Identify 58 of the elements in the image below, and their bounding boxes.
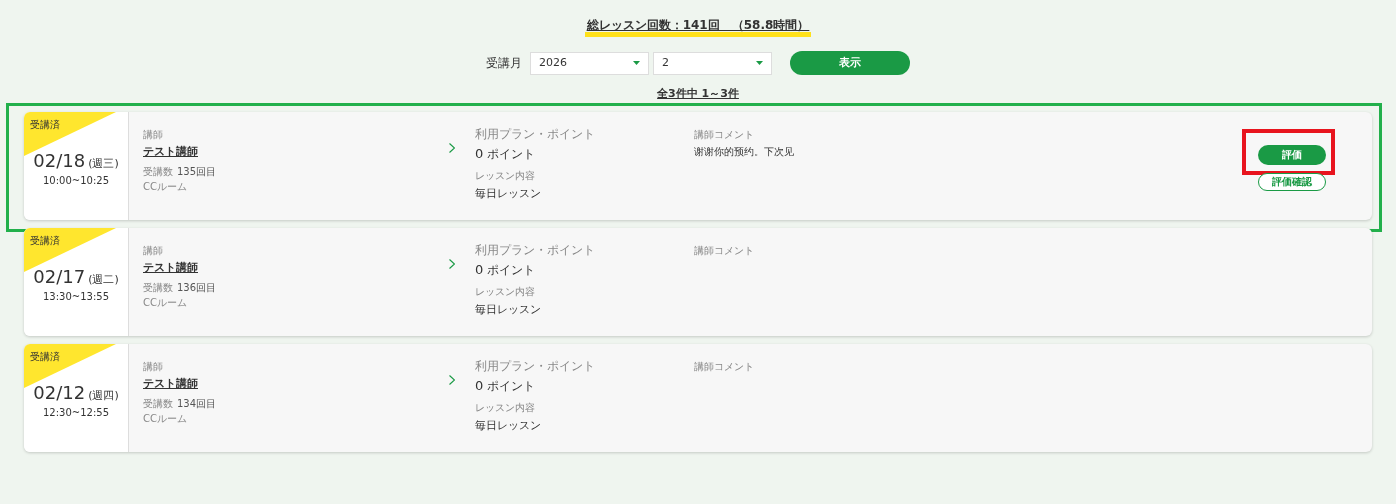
caret-icon xyxy=(756,61,763,65)
review-button[interactable]: 評価確認 xyxy=(1258,173,1326,191)
field-label: 利用プラン・ポイント xyxy=(475,127,595,141)
field-label: レッスン内容 xyxy=(475,284,535,299)
lesson-count: 136回目 xyxy=(177,280,217,295)
status-label: 受講済 xyxy=(30,234,60,248)
lesson-count: 135回目 xyxy=(177,164,217,179)
weekday: (週二) xyxy=(88,272,119,288)
field-label: 受講数 xyxy=(143,164,173,179)
chevron-right-icon xyxy=(449,375,455,385)
field-label: 受講数 xyxy=(143,396,173,411)
teacher-comment: 谢谢你的预约。下次见 xyxy=(694,145,795,159)
field-label: 講師 xyxy=(143,128,163,142)
status-label: 受講済 xyxy=(30,118,60,132)
select-field[interactable]: 2 xyxy=(653,51,772,75)
lesson-date: 02/18 xyxy=(33,150,86,172)
lesson-content: 毎日レッスン xyxy=(475,301,542,318)
lesson-date: 02/12 xyxy=(33,382,86,404)
points-unit: ポイント xyxy=(487,146,536,163)
filter-label: 受講月 xyxy=(486,55,522,72)
field-label: 利用プラン・ポイント xyxy=(475,243,595,257)
lesson-count: 134回目 xyxy=(177,396,217,411)
lesson-time: 12:30~12:55 xyxy=(43,405,109,420)
field-label: レッスン内容 xyxy=(475,168,535,183)
field-label: 講師 xyxy=(143,244,163,258)
room-name: CCルーム xyxy=(143,295,187,310)
weekday: (週三) xyxy=(88,156,119,172)
status-label: 受講済 xyxy=(30,350,60,364)
teacher-link[interactable]: テスト講師 xyxy=(143,144,198,161)
teacher-link[interactable]: テスト講師 xyxy=(143,376,198,393)
field-label: 講師コメント xyxy=(694,128,754,142)
lesson-date: 02/17 xyxy=(33,266,86,288)
room-name: CCルーム xyxy=(143,179,187,194)
field-label: 利用プラン・ポイント xyxy=(475,359,595,373)
rate-button[interactable]: 評価 xyxy=(1258,144,1326,165)
field-label: 講師コメント xyxy=(694,244,754,258)
points-value: 0 xyxy=(475,377,484,395)
lesson-content: 毎日レッスン xyxy=(475,417,542,434)
lesson-time: 10:00~10:25 xyxy=(43,173,109,188)
points-unit: ポイント xyxy=(487,378,536,395)
field-label: 講師コメント xyxy=(694,360,754,374)
points-value: 0 xyxy=(475,261,484,279)
caret-icon xyxy=(633,61,640,65)
field-label: レッスン内容 xyxy=(475,400,535,415)
lesson-time: 13:30~13:55 xyxy=(43,289,109,304)
chevron-right-icon xyxy=(449,143,455,153)
lesson-content: 毎日レッスン xyxy=(475,185,542,202)
weekday: (週四) xyxy=(88,388,119,404)
points-value: 0 xyxy=(475,145,484,163)
field-label: 受講数 xyxy=(143,280,173,295)
select-field[interactable]: 2026 xyxy=(530,51,649,75)
show-button[interactable]: 表示 xyxy=(790,51,910,75)
teacher-link[interactable]: テスト講師 xyxy=(143,260,198,277)
room-name: CCルーム xyxy=(143,411,187,426)
chevron-right-icon xyxy=(449,259,455,269)
field-label: 講師 xyxy=(143,360,163,374)
points-unit: ポイント xyxy=(487,262,536,279)
result-count: 全3件中 1～3件 xyxy=(657,87,739,100)
